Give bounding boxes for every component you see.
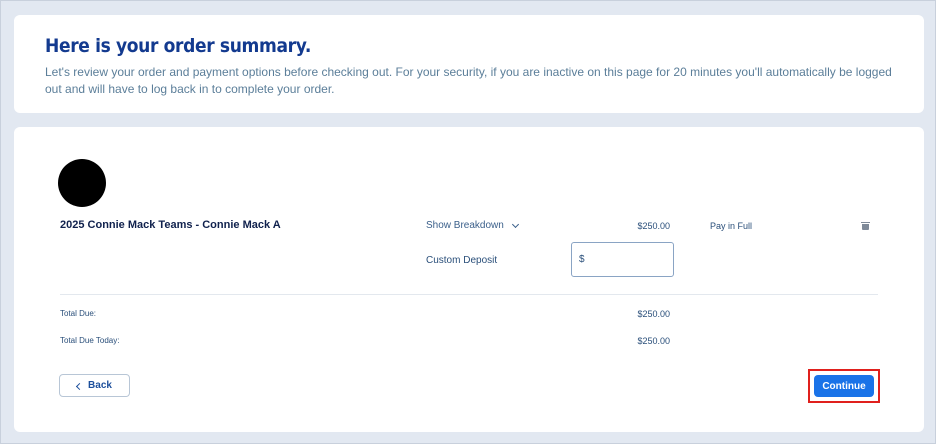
show-breakdown-label: Show Breakdown [426, 220, 504, 231]
order-summary-header: Here is your order summary. Let's review… [14, 15, 924, 113]
total-due-today-label: Total Due Today: [60, 336, 120, 345]
continue-button[interactable]: Continue [814, 375, 874, 397]
total-due-today-value: $250.00 [637, 336, 670, 346]
trash-icon[interactable] [861, 222, 870, 230]
back-button[interactable]: Back [59, 374, 130, 397]
continue-highlight: Continue [808, 369, 880, 403]
payment-option: Pay in Full [710, 221, 753, 231]
total-due-label: Total Due: [60, 309, 97, 318]
divider [60, 294, 878, 295]
chevron-down-icon [511, 220, 519, 228]
custom-deposit-field[interactable]: $ [571, 242, 674, 277]
order-item-amount: $250.00 [637, 221, 670, 231]
show-breakdown-toggle[interactable]: Show Breakdown [426, 220, 519, 231]
custom-deposit-input[interactable] [584, 253, 669, 266]
order-item-name: 2025 Connie Mack Teams - Connie Mack A [60, 219, 281, 231]
avatar [58, 159, 106, 207]
page-title: Here is your order summary. [45, 35, 312, 57]
total-due-value: $250.00 [637, 309, 670, 319]
order-details-card: 2025 Connie Mack Teams - Connie Mack A S… [14, 127, 924, 432]
chevron-left-icon [76, 382, 84, 390]
back-button-label: Back [88, 380, 112, 391]
custom-deposit-label: Custom Deposit [426, 255, 498, 266]
intro-text: Let's review your order and payment opti… [45, 65, 892, 96]
